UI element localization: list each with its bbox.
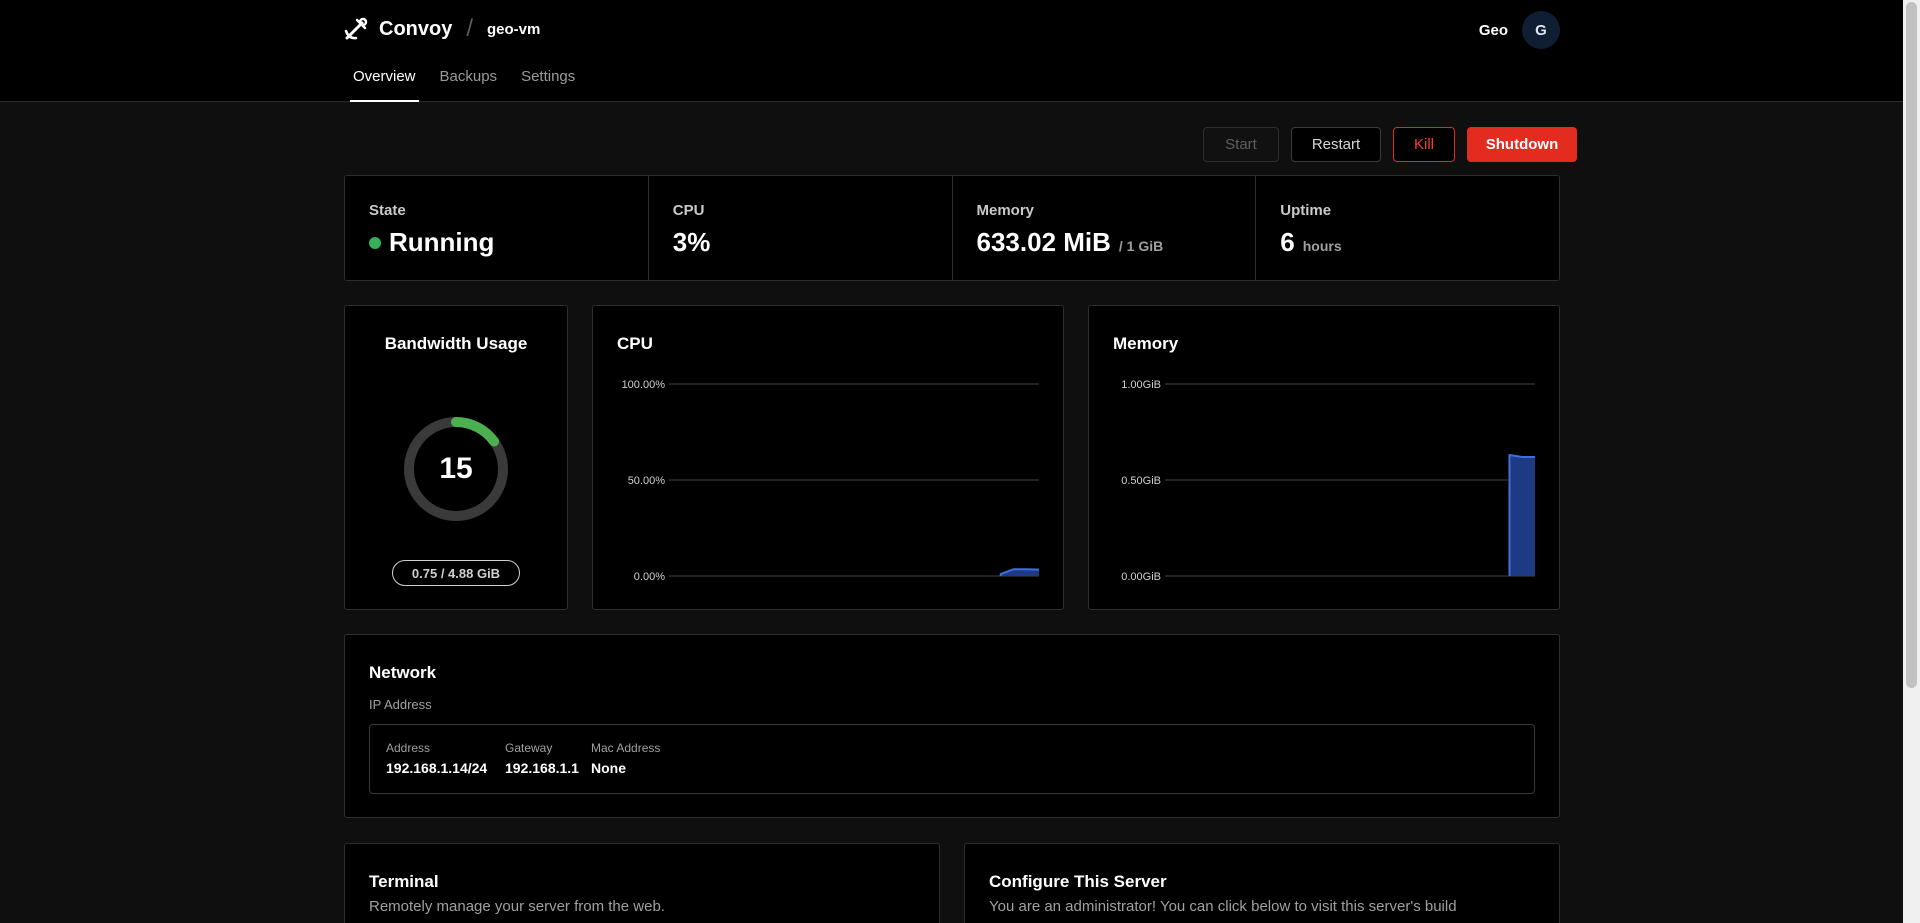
- stat-uptime-label: Uptime: [1280, 202, 1332, 219]
- cpu-chart-ytick-label: 100.00%: [622, 379, 666, 391]
- memory-chart: 1.00GiB 0.50GiB 0.00GiB: [1121, 379, 1535, 583]
- ip-col-gateway: Gateway 192.168.1.1: [505, 741, 579, 776]
- restart-button[interactable]: Restart: [1291, 127, 1381, 162]
- tab-settings[interactable]: Settings: [521, 68, 575, 102]
- configure-title: Configure This Server: [989, 872, 1167, 891]
- ip-address-label: Address: [386, 741, 431, 755]
- brand[interactable]: Convoy / geo-vm: [343, 14, 540, 44]
- gateway-value: 192.168.1.1: [505, 760, 579, 776]
- stat-cpu: CPU 3%: [649, 176, 953, 280]
- kill-button[interactable]: Kill: [1393, 127, 1455, 162]
- terminal-title: Terminal: [369, 872, 439, 891]
- stat-uptime-unit: hours: [1302, 238, 1342, 254]
- server-name[interactable]: geo-vm: [487, 21, 540, 38]
- stat-uptime: Uptime 6 hours: [1256, 176, 1559, 280]
- server-stats: State Running CPU 3% Memory 633.02 MiB / …: [344, 175, 1560, 281]
- memory-chart-ytick-label: 0.00GiB: [1121, 571, 1161, 583]
- gateway-label: Gateway: [505, 741, 553, 755]
- power-actions: Start Restart Kill Shutdown: [1203, 127, 1577, 162]
- cpu-chart: 100.00% 50.00% 0.00%: [622, 379, 1040, 583]
- stat-memory-limit: / 1 GiB: [1118, 238, 1164, 254]
- cpu-chart-ytick-label: 0.00%: [634, 571, 665, 583]
- status-dot-icon: [369, 236, 381, 249]
- ip-col-mac: Mac Address None: [591, 741, 660, 776]
- stat-memory-label: Memory: [976, 202, 1035, 219]
- page-scrollbar[interactable]: [1903, 0, 1920, 923]
- user-name: Geo: [1478, 21, 1508, 39]
- memory-chart-card: Memory 1.00GiB 0.50GiB 0.00GiB: [1088, 305, 1560, 610]
- bandwidth-percent: 15: [439, 452, 473, 485]
- cpu-chart-ytick-label: 50.00%: [628, 475, 666, 487]
- bandwidth-usage-badge: 0.75 / 4.88 GiB: [392, 560, 520, 586]
- terminal-description: Remotely manage your server from the web…: [369, 898, 665, 915]
- breadcrumb-separator: /: [466, 15, 474, 42]
- memory-chart-ytick-label: 1.00GiB: [1121, 379, 1161, 391]
- terminal-card: Terminal Remotely manage your server fro…: [344, 843, 940, 923]
- memory-chart-area: [1509, 455, 1535, 576]
- network-card: Network IP Address Address 192.168.1.14/…: [344, 634, 1560, 818]
- stat-memory-value: 633.02 MiB: [976, 227, 1111, 257]
- memory-chart-ytick-label: 0.50GiB: [1121, 475, 1161, 487]
- shutdown-button[interactable]: Shutdown: [1467, 127, 1577, 162]
- stat-memory: Memory 633.02 MiB / 1 GiB: [953, 176, 1257, 280]
- user-menu[interactable]: Geo G: [1479, 11, 1560, 49]
- stat-cpu-label: CPU: [672, 202, 705, 219]
- avatar[interactable]: G: [1522, 11, 1560, 49]
- brand-name: Convoy: [379, 17, 453, 40]
- stat-cpu-value: 3%: [672, 227, 711, 257]
- start-button[interactable]: Start: [1203, 127, 1279, 162]
- stat-state: State Running: [345, 176, 649, 280]
- bandwidth-card: Bandwidth Usage 15 0.75 / 4.88 GiB: [344, 305, 568, 610]
- tab-overview[interactable]: Overview: [350, 68, 419, 102]
- top-navbar: Convoy / geo-vm Geo G Overview Backups S…: [0, 0, 1903, 102]
- network-title: Network: [369, 663, 437, 682]
- bandwidth-title: Bandwidth Usage: [384, 334, 528, 353]
- mac-address-label: Mac Address: [591, 741, 661, 755]
- ip-address-value: 192.168.1.14/24: [386, 760, 488, 776]
- mac-address-value: None: [591, 760, 626, 776]
- server-tabs: Overview Backups Settings: [350, 68, 599, 102]
- ip-col-address: Address 192.168.1.14/24: [386, 741, 487, 776]
- stat-state-value: Running: [389, 227, 495, 257]
- stat-uptime-value: 6: [1280, 227, 1295, 257]
- cpu-chart-card: CPU 100.00% 50.00% 0.00%: [592, 305, 1064, 610]
- network-subtitle: IP Address: [369, 697, 432, 712]
- configure-description: You are an administrator! You can click …: [989, 898, 1457, 915]
- ip-address-row: Address 192.168.1.14/24 Gateway 192.168.…: [369, 724, 1535, 794]
- stat-state-label: State: [369, 202, 406, 219]
- tab-backups[interactable]: Backups: [440, 68, 498, 102]
- configure-card: Configure This Server You are an adminis…: [964, 843, 1560, 923]
- convoy-logo-icon: [344, 17, 368, 40]
- scrollbar-thumb[interactable]: [1906, 2, 1917, 688]
